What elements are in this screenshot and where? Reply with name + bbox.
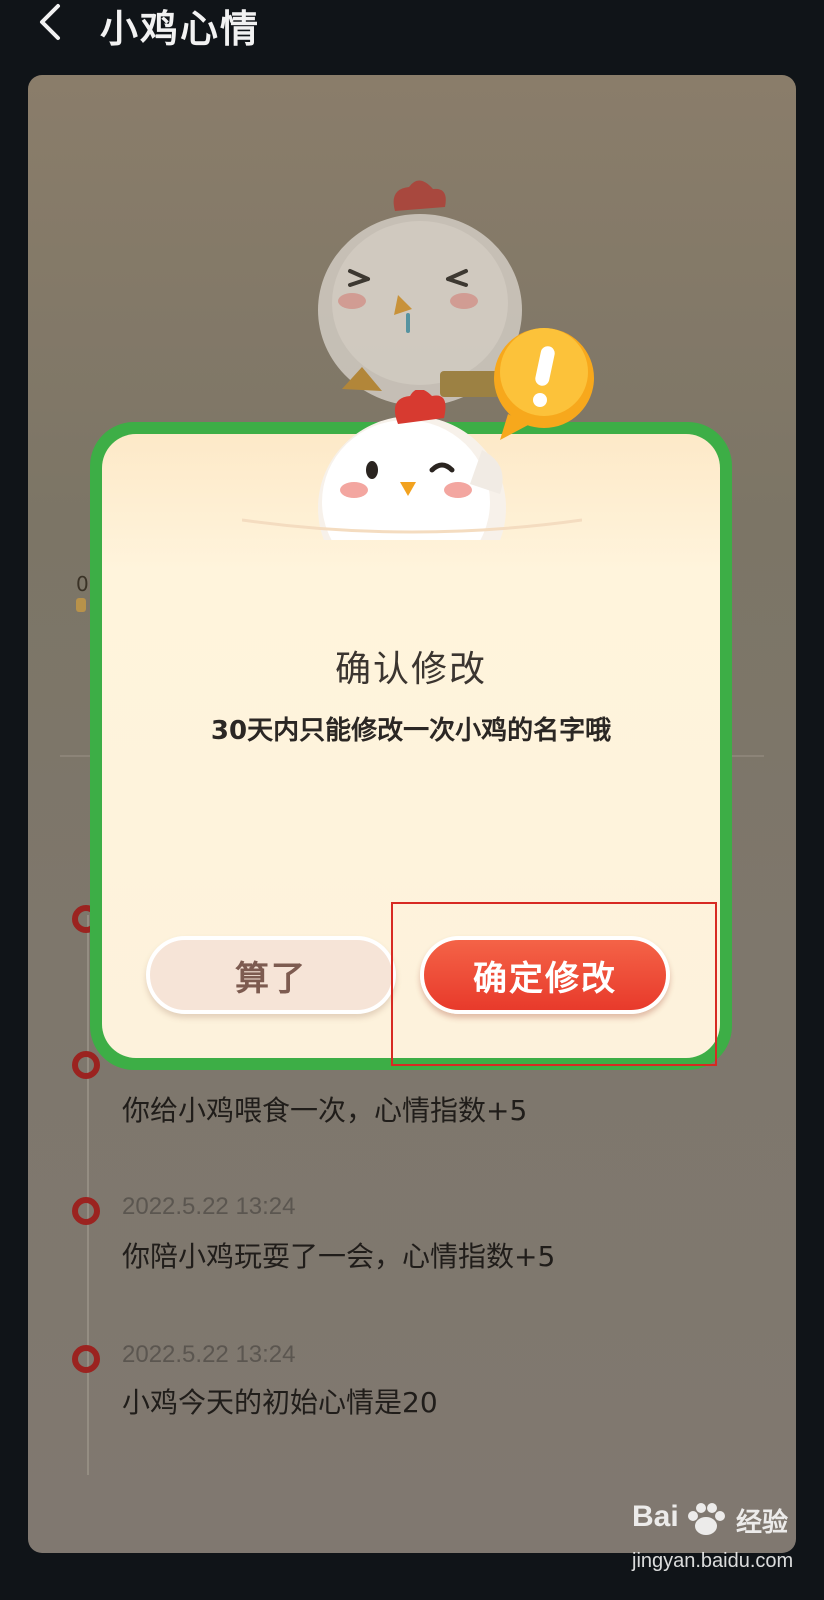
watermark-logo-text: Bai: [632, 1500, 679, 1533]
timeline-text: 你给小鸡喂食一次，心情指数+5: [122, 1094, 528, 1127]
edge-bar-left: [76, 598, 86, 612]
watermark-url: jingyan.baidu.com: [632, 1550, 794, 1572]
timeline-time: 2022.5.22 13:24: [122, 1341, 296, 1368]
top-bar: 小鸡心情: [0, 0, 824, 74]
timeline-dot: [72, 1051, 100, 1079]
dialog-subtitle: 30天内只能修改一次小鸡的名字哦: [210, 716, 612, 746]
dialog-title: 确认修改: [334, 649, 487, 690]
annotation-highlight-box: [391, 902, 717, 1066]
cancel-button[interactable]: 算了: [146, 936, 396, 1014]
dialog-pocket-edge: [242, 518, 582, 534]
timeline-dot: [72, 1345, 100, 1373]
watermark: Bai 经验 jingyan.baidu.com: [632, 1500, 818, 1596]
page-title: 小鸡心情: [100, 7, 261, 51]
timeline-text: 小鸡今天的初始心情是20: [122, 1386, 438, 1419]
timeline-time: 2022.5.22 13:24: [122, 1193, 296, 1220]
timeline-dot: [72, 1197, 100, 1225]
edge-value-left: 0: [76, 572, 89, 596]
paw-icon: [688, 1503, 725, 1535]
timeline-line: [87, 915, 89, 1475]
timeline-text: 你陪小鸡玩耍了一会，心情指数+5: [122, 1240, 556, 1273]
watermark-logo-cn: 经验: [736, 1508, 789, 1538]
chevron-left-icon[interactable]: [34, 2, 68, 42]
